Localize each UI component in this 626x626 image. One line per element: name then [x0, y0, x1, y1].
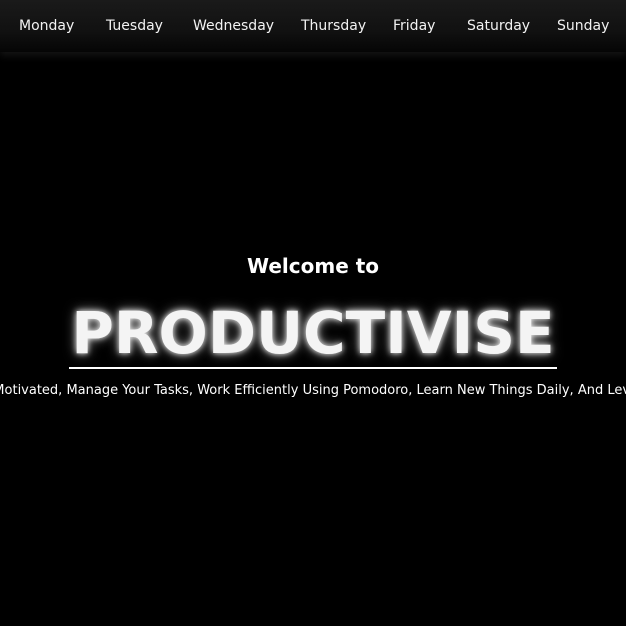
nav-item-wednesday[interactable]: Wednesday [193, 17, 274, 35]
brand-title: PRODUCTIVISE [69, 299, 557, 369]
nav-item-monday[interactable]: Monday [19, 17, 74, 35]
tagline-marquee: Get Motivated, Manage Your Tasks, Work E… [0, 383, 626, 399]
page: Monday Tuesday Wednesday Thursday Friday… [0, 0, 626, 626]
brand-container: PRODUCTIVISE [0, 300, 626, 369]
nav-item-thursday[interactable]: Thursday [301, 17, 366, 35]
nav-item-sunday[interactable]: Sunday [557, 17, 609, 35]
day-navbar: Monday Tuesday Wednesday Thursday Friday… [0, 0, 626, 52]
nav-item-saturday[interactable]: Saturday [467, 17, 530, 35]
nav-item-tuesday[interactable]: Tuesday [106, 17, 163, 35]
tagline-text: Get Motivated, Manage Your Tasks, Work E… [0, 383, 626, 398]
welcome-heading: Welcome to [246, 254, 380, 278]
nav-item-friday[interactable]: Friday [393, 17, 435, 35]
